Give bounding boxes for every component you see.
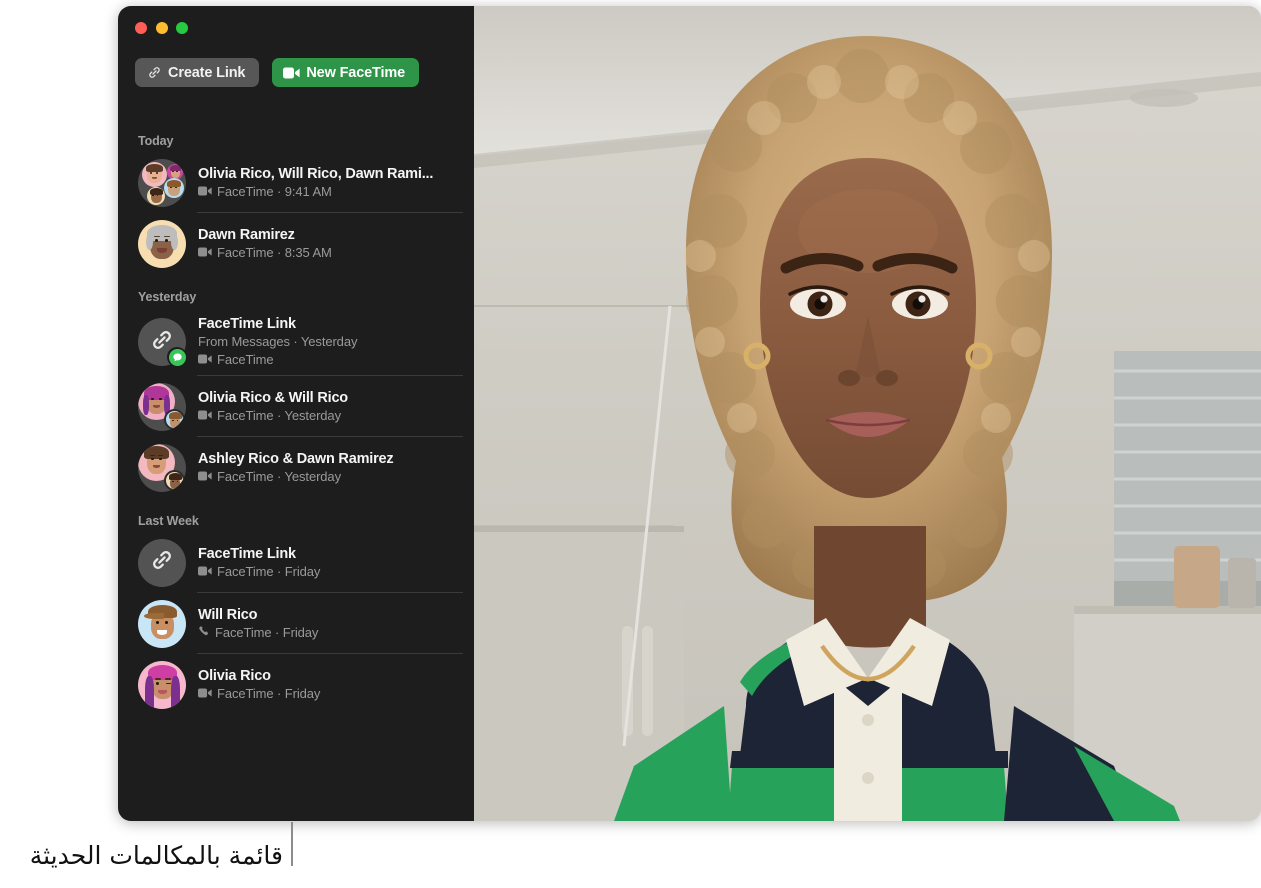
call-row[interactable]: FaceTime Link From Messages · Yesterday … [118, 308, 474, 376]
video-camera-icon [198, 563, 212, 581]
messages-badge [167, 347, 187, 367]
pair-olivia-will [138, 382, 186, 431]
row-text: FaceTime Link From Messages · Yesterday … [198, 315, 462, 369]
row-text: FaceTime Link FaceTime · Friday [198, 545, 462, 581]
call-subtitle: FaceTime · Friday [217, 563, 321, 579]
row-text: Ashley Rico & Dawn Ramirez FaceTime · Ye… [198, 450, 462, 486]
row-text: Olivia Rico, Will Rico, Dawn Rami... Fac… [198, 165, 462, 201]
participant-portrait [474, 6, 1261, 821]
call-source-line: From Messages · Yesterday [198, 334, 358, 349]
avatar [138, 660, 186, 709]
call-subtitle: FaceTime · Friday [215, 624, 319, 640]
video-camera-icon [283, 67, 300, 79]
avatar [138, 158, 186, 207]
call-title: FaceTime Link [198, 545, 296, 562]
call-subtitle-line: FaceTime · Friday [198, 624, 462, 642]
call-subtitle: FaceTime [217, 352, 274, 367]
call-subtitle-line: FaceTime · Friday [198, 685, 462, 703]
facetime-window: Create Link New FaceTime Today Olivia Ri… [118, 6, 1261, 821]
call-subtitle-line: FaceTime · Yesterday [198, 468, 462, 486]
call-row[interactable]: Will Rico FaceTime · Friday [118, 593, 474, 654]
call-row[interactable]: Dawn Ramirez FaceTime · 8:35 AM [118, 213, 474, 274]
call-subtitle-line: FaceTime · Yesterday [198, 407, 462, 425]
call-subtitle-line: FaceTime · 8:35 AM [198, 244, 462, 262]
link-avatar [138, 538, 186, 587]
section-header-yesterday: Yesterday [138, 290, 197, 304]
call-subtitle: FaceTime · Friday [217, 685, 321, 701]
link-icon [149, 547, 175, 578]
call-title: Ashley Rico & Dawn Ramirez [198, 450, 394, 467]
phone-icon [198, 624, 210, 642]
callout-leader-line [291, 822, 293, 866]
memoji-dawn [138, 219, 186, 268]
call-subtitle-line: FaceTime · Friday [198, 563, 462, 581]
avatar [138, 318, 187, 367]
video-camera-icon [198, 468, 212, 486]
video-call-pane[interactable] [474, 6, 1261, 821]
row-text: Dawn Ramirez FaceTime · 8:35 AM [198, 226, 462, 262]
call-title: Olivia Rico, Will Rico, Dawn Rami... [198, 165, 434, 182]
call-subtitle: FaceTime · Yesterday [217, 407, 341, 423]
toolbar: Create Link New FaceTime [135, 58, 420, 87]
zoom-button[interactable] [176, 22, 188, 34]
call-row[interactable]: Ashley Rico & Dawn Ramirez FaceTime · Ye… [118, 437, 474, 498]
create-link-label: Create Link [168, 64, 246, 81]
section-header-today: Today [138, 134, 174, 148]
memoji-will [138, 599, 186, 648]
call-subtitle: FaceTime · 8:35 AM [217, 244, 332, 260]
row-text: Olivia Rico FaceTime · Friday [198, 667, 462, 703]
create-link-button[interactable]: Create Link [135, 58, 260, 87]
memoji-olivia [138, 660, 186, 709]
window-controls [135, 22, 188, 34]
video-camera-icon [198, 685, 212, 703]
pair-ashley-dawn [138, 443, 186, 492]
call-title: FaceTime Link [198, 316, 296, 332]
section-rows-last-week: FaceTime Link FaceTime · Friday Will Ric… [118, 532, 474, 715]
call-subtitle-line: FaceTime [198, 351, 462, 369]
row-text: Will Rico FaceTime · Friday [198, 606, 462, 642]
section-rows-yesterday: FaceTime Link From Messages · Yesterday … [118, 308, 474, 498]
call-row[interactable]: Olivia Rico, Will Rico, Dawn Rami... Fac… [118, 152, 474, 213]
avatar [138, 219, 186, 268]
minimize-button[interactable] [155, 22, 168, 34]
row-text: Olivia Rico & Will Rico FaceTime · Yeste… [198, 389, 462, 425]
video-camera-icon [198, 183, 212, 201]
sidebar: Create Link New FaceTime Today Olivia Ri… [118, 6, 474, 821]
call-title: Olivia Rico [198, 667, 271, 684]
new-facetime-label: New FaceTime [306, 64, 406, 81]
screenshot-root: Create Link New FaceTime Today Olivia Ri… [0, 0, 1261, 888]
avatar [138, 382, 186, 431]
avatar [138, 599, 186, 648]
close-button[interactable] [135, 22, 147, 34]
call-row[interactable]: FaceTime Link FaceTime · Friday [118, 532, 474, 593]
avatar [138, 538, 186, 587]
new-facetime-button[interactable]: New FaceTime [272, 58, 420, 87]
call-subtitle: FaceTime · Yesterday [217, 468, 341, 484]
callout-caption: قائمة بالمكالمات الحديثة [29, 841, 283, 870]
link-icon [147, 65, 162, 80]
section-header-last-week: Last Week [138, 514, 199, 528]
video-camera-icon [198, 244, 212, 262]
section-rows-today: Olivia Rico, Will Rico, Dawn Rami... Fac… [118, 152, 474, 274]
video-camera-icon [198, 407, 212, 425]
call-title: Dawn Ramirez [198, 226, 295, 243]
call-row[interactable]: Olivia Rico & Will Rico FaceTime · Yeste… [118, 376, 474, 437]
call-title: Olivia Rico & Will Rico [198, 389, 348, 406]
call-subtitle-line: FaceTime · 9:41 AM [198, 183, 462, 201]
video-camera-icon [198, 351, 212, 369]
call-title: Will Rico [198, 606, 258, 623]
call-row[interactable]: Olivia Rico FaceTime · Friday [118, 654, 474, 715]
group-avatar [138, 158, 186, 207]
recent-calls-list[interactable]: Today Olivia Rico, Will Rico, Dawn Rami.… [118, 130, 474, 715]
call-subtitle: FaceTime · 9:41 AM [217, 183, 332, 199]
avatar [138, 443, 186, 492]
